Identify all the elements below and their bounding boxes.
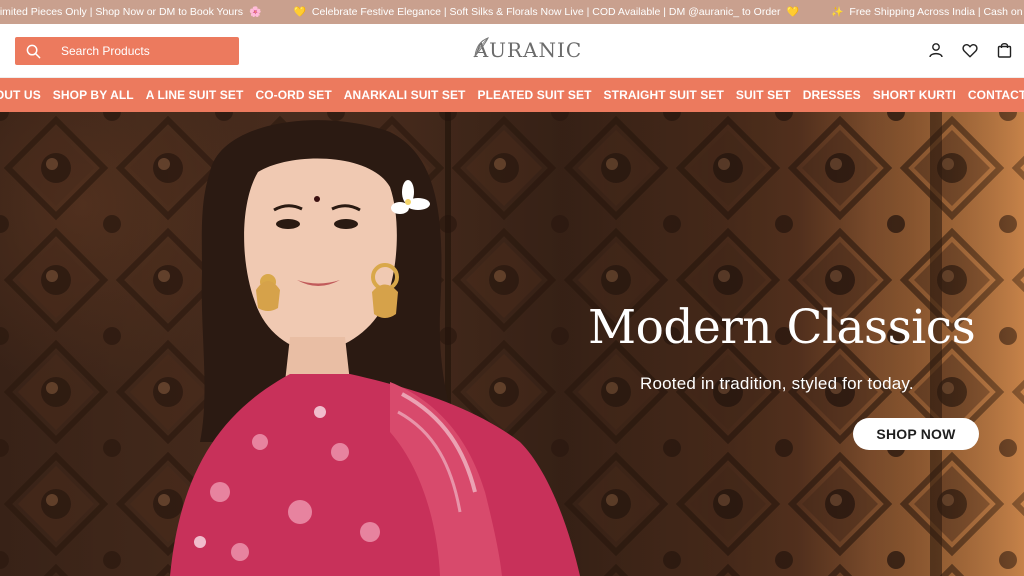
- search-input[interactable]: [51, 37, 231, 65]
- nav-item-pleated-suit-set[interactable]: PLEATED SUIT SET: [471, 88, 597, 102]
- yellow-heart-icon: 💛: [786, 6, 799, 18]
- announcement-bar: Limited Pieces Only | Shop Now or DM to …: [0, 0, 1024, 24]
- nav-item-dresses[interactable]: DRESSES: [797, 88, 867, 102]
- sparkle-icon: ✨: [830, 6, 844, 18]
- hero-subtitle: Rooted in tradition, styled for today.: [640, 374, 914, 393]
- nav-item-a-line-suit-set[interactable]: A LINE SUIT SET: [140, 88, 250, 102]
- announcement-item: 💛 Celebrate Festive Elegance | Soft Silk…: [293, 6, 799, 18]
- shopping-bag-icon[interactable]: [994, 40, 1014, 60]
- nav-item-suit-set[interactable]: SUIT SET: [730, 88, 797, 102]
- hero-banner[interactable]: Modern Classics Rooted in tradition, sty…: [0, 112, 1024, 576]
- heart-icon[interactable]: [960, 40, 980, 60]
- nav-item-anarkali-suit-set[interactable]: ANARKALI SUIT SET: [338, 88, 472, 102]
- flower-icon: 🌸: [249, 6, 262, 18]
- account-icon[interactable]: [926, 40, 946, 60]
- nav-item-co-ord-set[interactable]: CO-ORD SET: [249, 88, 337, 102]
- nav-item-about-us[interactable]: ABOUT US: [0, 88, 47, 102]
- yellow-heart-icon: 💛: [293, 6, 306, 18]
- brand-logo[interactable]: AURANIC: [472, 30, 584, 70]
- header-icons: [926, 40, 1014, 60]
- logo-text: AURANIC: [473, 38, 583, 62]
- site-header: AURANIC: [0, 24, 1024, 78]
- leaf-icon: [474, 37, 490, 58]
- search-icon[interactable]: [15, 37, 51, 65]
- nav-item-shop-by-all[interactable]: SHOP BY ALL: [47, 88, 140, 102]
- nav-item-contact-us[interactable]: CONTACT US: [962, 88, 1024, 102]
- search-bar[interactable]: [15, 37, 239, 65]
- main-nav: ABOUT US SHOP BY ALL A LINE SUIT SET CO-…: [0, 78, 1024, 112]
- shop-now-button[interactable]: SHOP NOW: [853, 418, 979, 450]
- announcement-item: Limited Pieces Only | Shop Now or DM to …: [0, 6, 262, 18]
- hero-title: Modern Classics: [588, 300, 976, 355]
- nav-item-short-kurti[interactable]: SHORT KURTI: [867, 88, 962, 102]
- nav-item-straight-suit-set[interactable]: STRAIGHT SUIT SET: [598, 88, 730, 102]
- model-photo: [170, 120, 580, 576]
- announcement-item: ✨ Free Shipping Across India | Cash on D…: [830, 6, 1024, 18]
